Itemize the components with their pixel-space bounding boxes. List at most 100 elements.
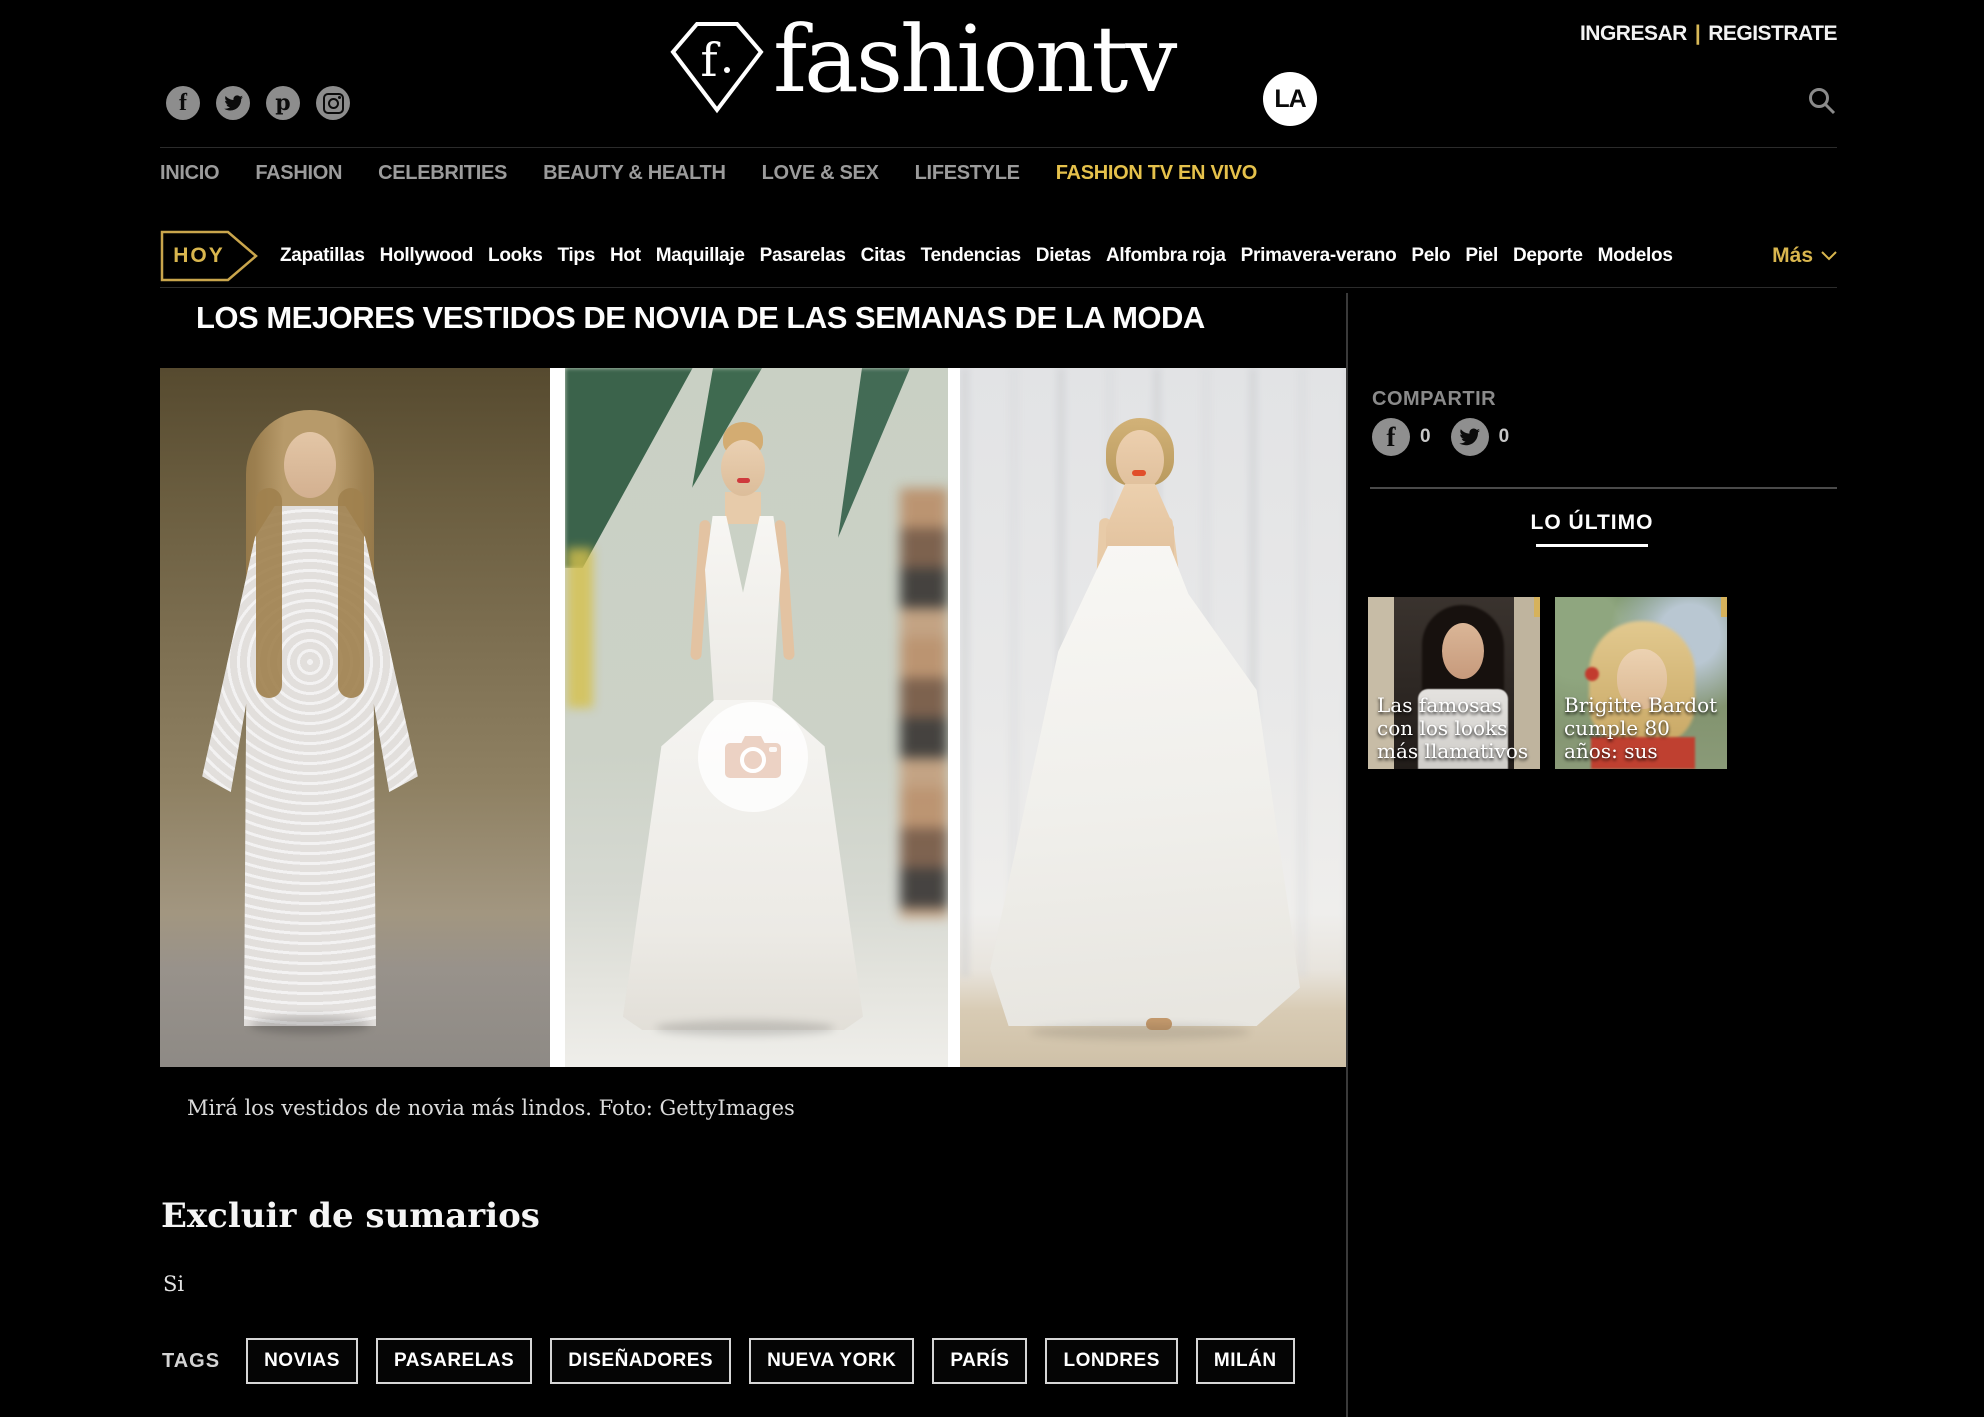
latest-item-title[interactable]: Las famosas con los looks más llamativos xyxy=(1377,694,1536,763)
model2-chest xyxy=(725,492,761,524)
topic-nav-item[interactable]: Hot xyxy=(610,245,641,267)
image-caption: Mirá los vestidos de novia más lindos. F… xyxy=(187,1096,795,1120)
article-body-text: Si xyxy=(163,1272,184,1296)
share-twitter-button[interactable] xyxy=(1451,418,1489,456)
model2-dress-bodice xyxy=(705,516,781,708)
tags-label: TAGS xyxy=(162,1350,220,1373)
share-label: COMPARTIR xyxy=(1372,388,1496,411)
model1-shadow xyxy=(250,1016,370,1034)
sidebar-section-divider xyxy=(1370,487,1837,489)
topic-nav: HOY Zapatillas Hollywood Looks Tips Hot Maqui… xyxy=(160,230,1837,282)
logo-wordmark: fashiontv xyxy=(773,10,1174,110)
model2-shadow xyxy=(655,1020,835,1036)
topic-nav-item[interactable]: Pelo xyxy=(1411,245,1450,267)
logo-monogram: f xyxy=(700,33,720,87)
tags-row: TAGS NOVIAS PASARELAS DISEÑADORES NUEVA YOR… xyxy=(162,1338,1295,1384)
tag-link[interactable]: NOVIAS xyxy=(246,1338,358,1384)
topic-nav-item[interactable]: Tips xyxy=(557,245,595,267)
topic-nav-item[interactable]: Dietas xyxy=(1036,245,1091,267)
main-nav-item[interactable]: LOVE & SEX xyxy=(762,162,879,185)
article-divider xyxy=(160,287,1837,288)
login-link[interactable]: INGRESAR xyxy=(1580,22,1687,45)
sidebar-divider xyxy=(1346,293,1348,1417)
tag-link[interactable]: PASARELAS xyxy=(376,1338,532,1384)
view-count-badge: 194 xyxy=(1721,597,1727,617)
more-button[interactable]: Más xyxy=(1772,244,1837,268)
tag-link[interactable]: MILÁN xyxy=(1196,1338,1295,1384)
main-nav-item[interactable]: BEAUTY & HEALTH xyxy=(543,162,726,185)
header-divider xyxy=(160,147,1837,148)
twitter-share-count: 0 xyxy=(1499,426,1510,448)
header-social-icons: f p xyxy=(166,86,350,120)
model3-lips xyxy=(1132,470,1146,476)
share-buttons: f 0 0 xyxy=(1372,418,1529,456)
view-count-badge: 1062 xyxy=(1534,597,1540,617)
model3-shadow xyxy=(1030,1024,1250,1040)
today-badge[interactable]: HOY xyxy=(160,230,258,282)
thumbnail-detail xyxy=(1585,667,1599,681)
topic-nav-item[interactable]: Alfombra roja xyxy=(1106,245,1226,267)
topic-nav-item[interactable]: Zapatillas xyxy=(280,245,365,267)
tags-list: NOVIAS PASARELAS DISEÑADORES NUEVA YORK PARÍ… xyxy=(246,1338,1294,1384)
tag-link[interactable]: PARÍS xyxy=(932,1338,1027,1384)
main-nav-item[interactable]: CELEBRITIES xyxy=(378,162,507,185)
topic-nav-item[interactable]: Modelos xyxy=(1598,245,1673,267)
main-nav-item-live[interactable]: FASHION TV EN VIVO xyxy=(1056,162,1257,185)
model1-hair-strand xyxy=(256,488,282,698)
main-nav-item[interactable]: LIFESTYLE xyxy=(915,162,1020,185)
model2-face xyxy=(721,440,765,496)
latest-section-title: LO ÚLTIMO xyxy=(1346,511,1838,535)
camera-icon xyxy=(723,732,783,782)
search-button[interactable] xyxy=(1807,86,1837,116)
backdrop-shape xyxy=(567,548,593,708)
latest-item-title[interactable]: Brigitte Bardot cumple 80 años: sus xyxy=(1564,694,1723,763)
latest-item-card[interactable]: 1062 Las famosas con los looks más llama… xyxy=(1368,597,1540,769)
photo-panel-right xyxy=(960,368,1348,1067)
model1-dress xyxy=(200,506,420,1026)
topic-nav-item[interactable]: Maquillaje xyxy=(656,245,745,267)
article-title: LOS MEJORES VESTIDOS DE NOVIA DE LAS SEM… xyxy=(196,300,1205,336)
topic-nav-item[interactable]: Primavera-verano xyxy=(1241,245,1397,267)
topic-nav-item[interactable]: Deporte xyxy=(1513,245,1583,267)
facebook-icon[interactable]: f xyxy=(166,86,200,120)
article-body-heading: Excluir de sumarios xyxy=(161,1196,540,1236)
model1-face xyxy=(284,432,336,498)
page: f p f fashiontv LA INGRESAR|REGISTRATE I… xyxy=(0,0,1984,1417)
latest-title-underline xyxy=(1536,544,1648,547)
topic-nav-item[interactable]: Looks xyxy=(488,245,542,267)
topic-nav-item[interactable]: Pasarelas xyxy=(760,245,846,267)
topic-nav-item[interactable]: Citas xyxy=(861,245,906,267)
topic-nav-items: Zapatillas Hollywood Looks Tips Hot Maquillaj… xyxy=(280,245,1673,267)
tag-link[interactable]: NUEVA YORK xyxy=(749,1338,914,1384)
model3-face xyxy=(1116,430,1164,490)
audience-blur xyxy=(900,488,948,918)
logo-la-badge: LA xyxy=(1263,72,1317,126)
latest-item-card[interactable]: 194 Brigitte Bardot cumple 80 años: sus xyxy=(1555,597,1727,769)
diamond-logo-icon: f xyxy=(669,20,765,116)
more-label: Más xyxy=(1772,244,1813,268)
pinterest-icon[interactable]: p xyxy=(266,86,300,120)
twitter-icon[interactable] xyxy=(216,86,250,120)
main-nav-item[interactable]: FASHION xyxy=(255,162,342,185)
auth-links: INGRESAR|REGISTRATE xyxy=(1580,22,1837,46)
tag-link[interactable]: DISEÑADORES xyxy=(550,1338,731,1384)
model1-hair-strand xyxy=(338,488,364,698)
main-nav: INICIO FASHION CELEBRITIES BEAUTY & HEALTH L… xyxy=(160,162,1257,185)
gallery-camera-overlay[interactable] xyxy=(698,702,808,812)
topic-nav-item[interactable]: Hollywood xyxy=(380,245,473,267)
register-link[interactable]: REGISTRATE xyxy=(1708,22,1837,45)
chevron-down-icon xyxy=(1821,251,1837,261)
share-facebook-button[interactable]: f xyxy=(1372,418,1410,456)
main-nav-item[interactable]: INICIO xyxy=(160,162,219,185)
model2-lips xyxy=(737,478,750,483)
instagram-icon[interactable] xyxy=(316,86,350,120)
today-badge-label: HOY xyxy=(160,230,238,282)
article-image[interactable] xyxy=(160,368,1348,1067)
topic-nav-item[interactable]: Piel xyxy=(1465,245,1498,267)
site-logo[interactable]: f fashiontv LA xyxy=(669,8,1329,130)
auth-separator: | xyxy=(1687,22,1708,45)
topic-nav-item[interactable]: Tendencias xyxy=(921,245,1021,267)
tag-link[interactable]: LONDRES xyxy=(1045,1338,1177,1384)
search-icon xyxy=(1807,86,1837,116)
photo-panel-left xyxy=(160,368,550,1067)
